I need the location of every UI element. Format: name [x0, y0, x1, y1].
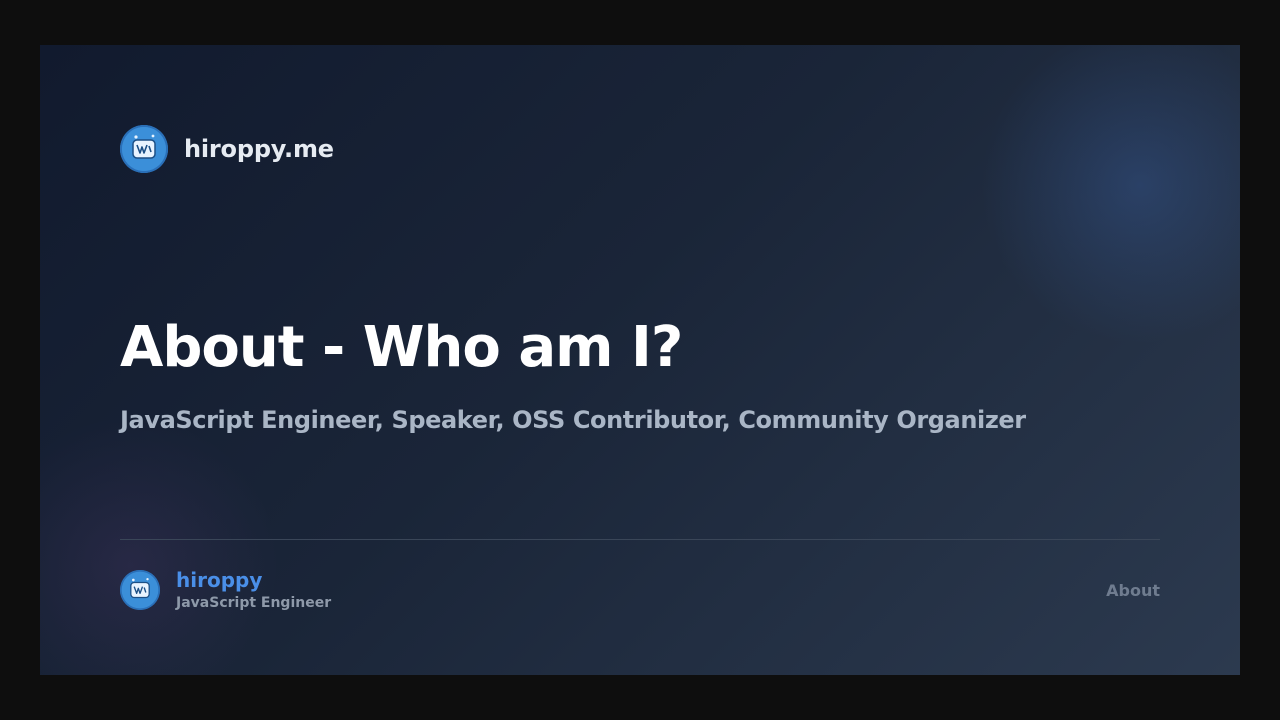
page-subtitle: JavaScript Engineer, Speaker, OSS Contri… — [120, 406, 1026, 434]
author-name: hiroppy — [176, 568, 263, 592]
footer-divider — [120, 539, 1160, 540]
author-role: JavaScript Engineer — [176, 595, 332, 611]
background-glow — [980, 45, 1240, 345]
site-name: hiroppy.me — [184, 135, 334, 163]
page-title: About - Who am I? — [120, 315, 683, 380]
author-text: hiroppy JavaScript Engineer — [176, 567, 331, 613]
author-info: hiroppy JavaScript Engineer — [120, 567, 331, 613]
page-tag: About — [1106, 581, 1160, 600]
avatar-icon — [120, 125, 168, 173]
author-avatar-icon — [120, 570, 160, 610]
background-glow — [40, 415, 280, 675]
site-brand: hiroppy.me — [120, 125, 334, 173]
og-card: hiroppy.me About - Who am I? JavaScript … — [40, 45, 1240, 675]
